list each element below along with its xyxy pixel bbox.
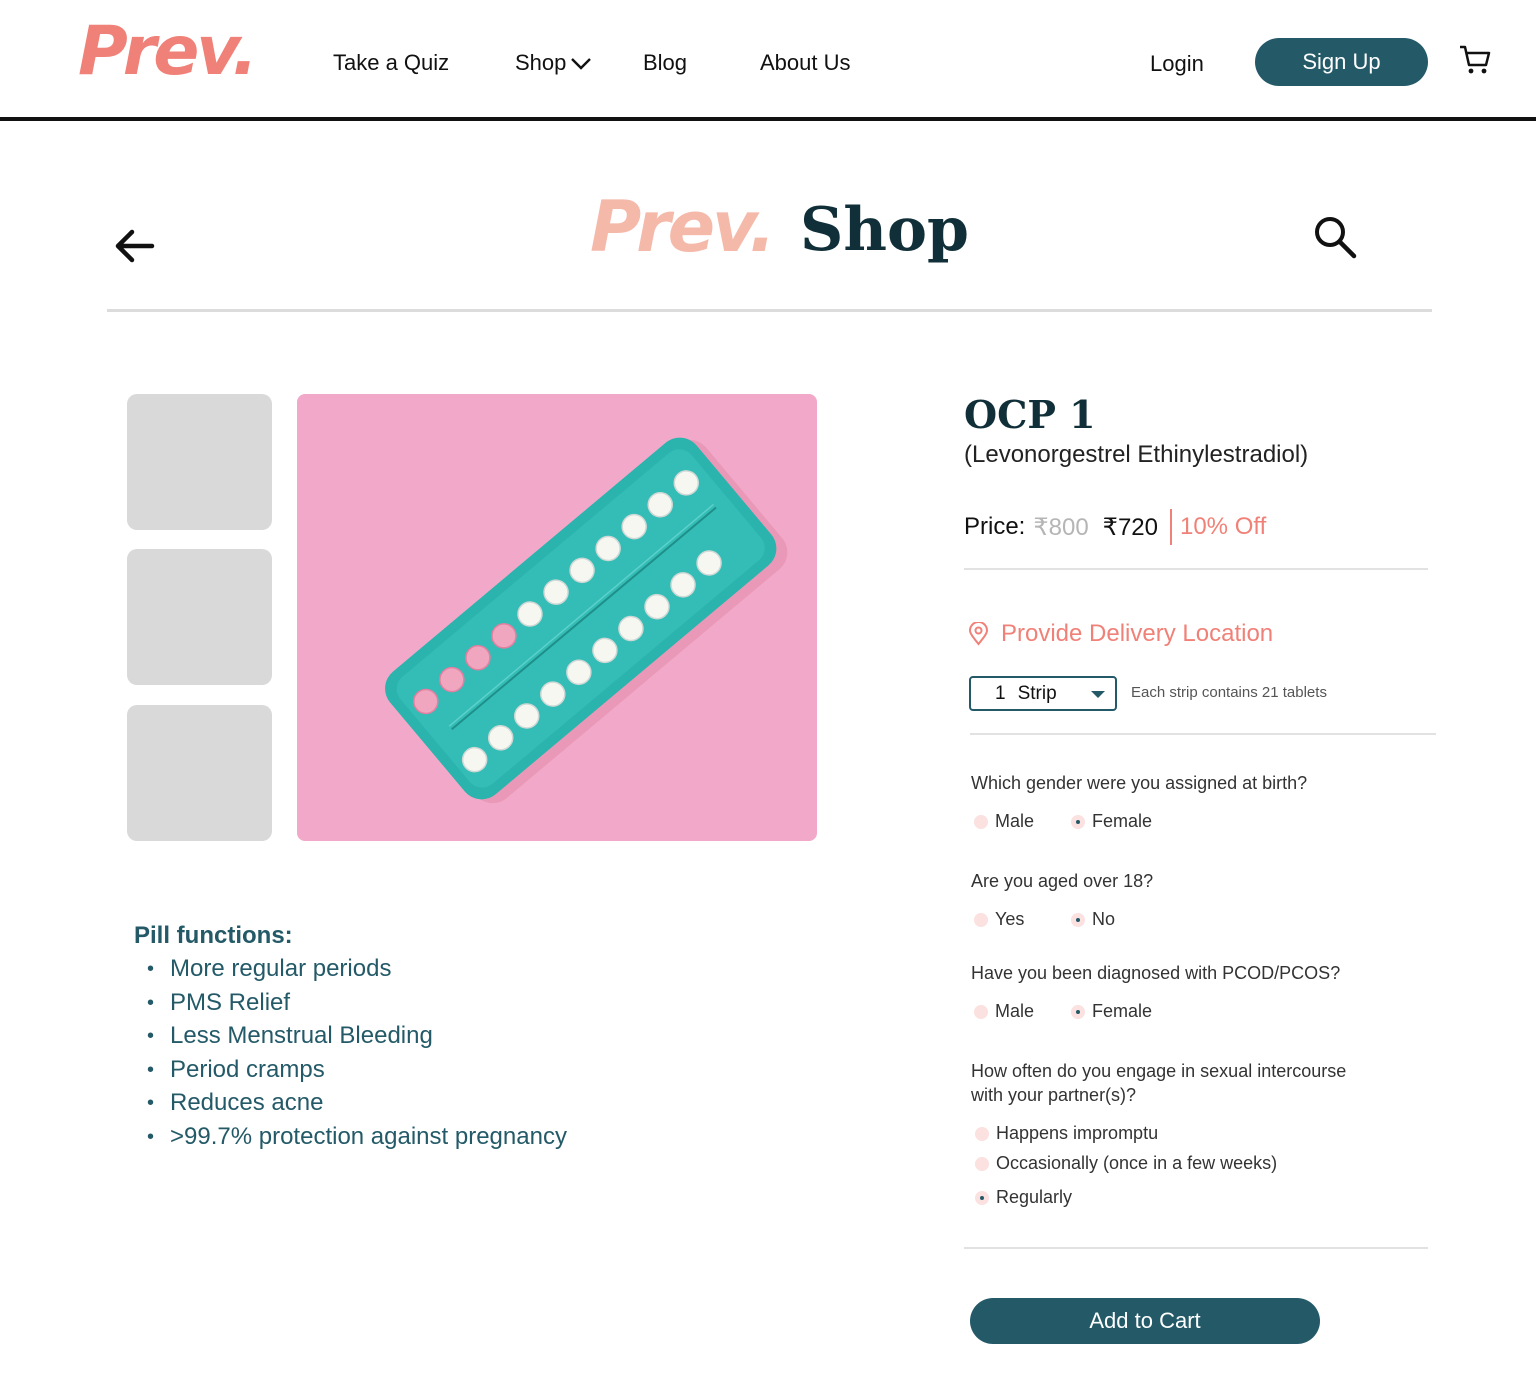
brand-logo[interactable]: Prev. bbox=[78, 18, 258, 86]
price-separator bbox=[1169, 509, 1172, 545]
price-label: Price: bbox=[964, 513, 1026, 540]
option-label: Female bbox=[1092, 811, 1153, 831]
question-frequency: How often do you engage in sexual interc… bbox=[971, 1059, 1346, 1107]
function-item: Period cramps bbox=[145, 1056, 567, 1090]
option-label: Occasionally (once in a few weeks) bbox=[996, 1153, 1278, 1173]
pill-functions-title: Pill functions: bbox=[134, 922, 293, 949]
question-frequency-line1: How often do you engage in sexual interc… bbox=[971, 1061, 1347, 1081]
question-pcod: Have you been diagnosed with PCOD/PCOS? bbox=[971, 963, 1341, 983]
header-divider bbox=[107, 309, 1432, 312]
radio-option-female[interactable]: Female bbox=[1071, 811, 1152, 832]
chevron-down-icon bbox=[571, 58, 592, 70]
radio-option-yes[interactable]: Yes bbox=[974, 909, 1024, 930]
radio-button[interactable] bbox=[975, 1156, 989, 1171]
function-item: Reduces acne bbox=[145, 1089, 567, 1123]
radio-option-female[interactable]: Female bbox=[1071, 1001, 1152, 1022]
radio-option-male[interactable]: Male bbox=[974, 1001, 1034, 1022]
function-item: Less Menstrual Bleeding bbox=[145, 1022, 567, 1056]
arrow-left-icon[interactable] bbox=[110, 226, 158, 266]
shop-title: Shop bbox=[800, 195, 969, 265]
product-main-image bbox=[297, 394, 817, 841]
product-subtitle: (Levonorgestrel Ethinylestradiol) bbox=[964, 441, 1309, 468]
question-frequency-line2: with your partner(s)? bbox=[971, 1085, 1137, 1105]
option-label: Male bbox=[995, 811, 1035, 831]
option-label: Yes bbox=[995, 909, 1025, 929]
radio-button[interactable] bbox=[975, 1126, 989, 1141]
radio-option-no[interactable]: No bbox=[1071, 909, 1115, 930]
option-label: Female bbox=[1092, 1001, 1153, 1021]
delivery-location-link[interactable]: Provide Delivery Location bbox=[968, 620, 1273, 648]
option-label: Male bbox=[995, 1001, 1035, 1021]
radio-button[interactable] bbox=[975, 1190, 989, 1205]
question-gender: Which gender were you assigned at birth? bbox=[971, 773, 1308, 793]
quantity-unit: Strip bbox=[1017, 682, 1057, 704]
radio-button[interactable] bbox=[1071, 814, 1085, 829]
pill-functions-list: More regular periods PMS Relief Less Men… bbox=[145, 955, 567, 1157]
radio-button[interactable] bbox=[1071, 912, 1085, 927]
question-age: Are you aged over 18? bbox=[971, 871, 1154, 891]
quantity-value: 1 bbox=[995, 682, 1006, 704]
radio-button[interactable] bbox=[974, 1004, 988, 1019]
nav-about-us[interactable]: About Us bbox=[760, 52, 851, 74]
radio-option-impromptu[interactable]: Happens impromptu bbox=[975, 1123, 1158, 1144]
radio-option-regularly[interactable]: Regularly bbox=[975, 1187, 1072, 1208]
thumbnail-2[interactable] bbox=[127, 549, 272, 685]
discount-badge: 10% Off bbox=[1179, 513, 1267, 540]
shop-brand-logo: Prev. bbox=[590, 186, 776, 268]
nav-shop-label: Shop bbox=[515, 50, 567, 75]
radio-button[interactable] bbox=[974, 814, 988, 829]
add-to-cart-button[interactable]: Add to Cart bbox=[970, 1298, 1320, 1344]
price-row: Price: ₹800 ₹720 10% Off bbox=[964, 509, 1266, 545]
divider bbox=[970, 733, 1436, 735]
search-icon[interactable] bbox=[1312, 214, 1358, 260]
quantity-select[interactable]: 1 Strip bbox=[969, 676, 1117, 711]
radio-option-occasionally[interactable]: Occasionally (once in a few weeks) bbox=[975, 1153, 1277, 1174]
sign-up-button[interactable]: Sign Up bbox=[1255, 38, 1428, 86]
function-item: >99.7% protection against pregnancy bbox=[145, 1123, 567, 1157]
thumbnail-1[interactable] bbox=[127, 394, 272, 530]
price-new: ₹720 bbox=[1102, 513, 1158, 541]
price-old: ₹800 bbox=[1033, 513, 1089, 541]
nav-shop[interactable]: Shop bbox=[515, 52, 592, 74]
divider bbox=[964, 568, 1428, 570]
nav-blog[interactable]: Blog bbox=[643, 52, 687, 74]
radio-option-male[interactable]: Male bbox=[974, 811, 1034, 832]
option-label: No bbox=[1092, 909, 1116, 929]
nav-take-quiz[interactable]: Take a Quiz bbox=[333, 52, 449, 74]
product-name: OCP 1 bbox=[964, 392, 1096, 437]
location-pin-icon bbox=[968, 622, 989, 646]
delivery-location-label: Provide Delivery Location bbox=[1001, 620, 1274, 647]
radio-button[interactable] bbox=[1071, 1004, 1085, 1019]
radio-button[interactable] bbox=[974, 912, 988, 927]
login-link[interactable]: Login bbox=[1150, 53, 1204, 75]
top-navbar: Prev. Take a Quiz Shop Blog About Us Log… bbox=[0, 0, 1536, 121]
function-item: PMS Relief bbox=[145, 989, 567, 1023]
thumbnail-3[interactable] bbox=[127, 705, 272, 841]
function-item: More regular periods bbox=[145, 955, 567, 989]
divider bbox=[964, 1247, 1428, 1249]
dropdown-caret-icon bbox=[1091, 691, 1105, 698]
cart-icon[interactable] bbox=[1458, 44, 1492, 76]
pill-blister-pack-illustration bbox=[385, 437, 788, 804]
option-label: Regularly bbox=[996, 1187, 1073, 1207]
strip-note: Each strip contains 21 tablets bbox=[1131, 684, 1327, 701]
option-label: Happens impromptu bbox=[996, 1123, 1159, 1143]
